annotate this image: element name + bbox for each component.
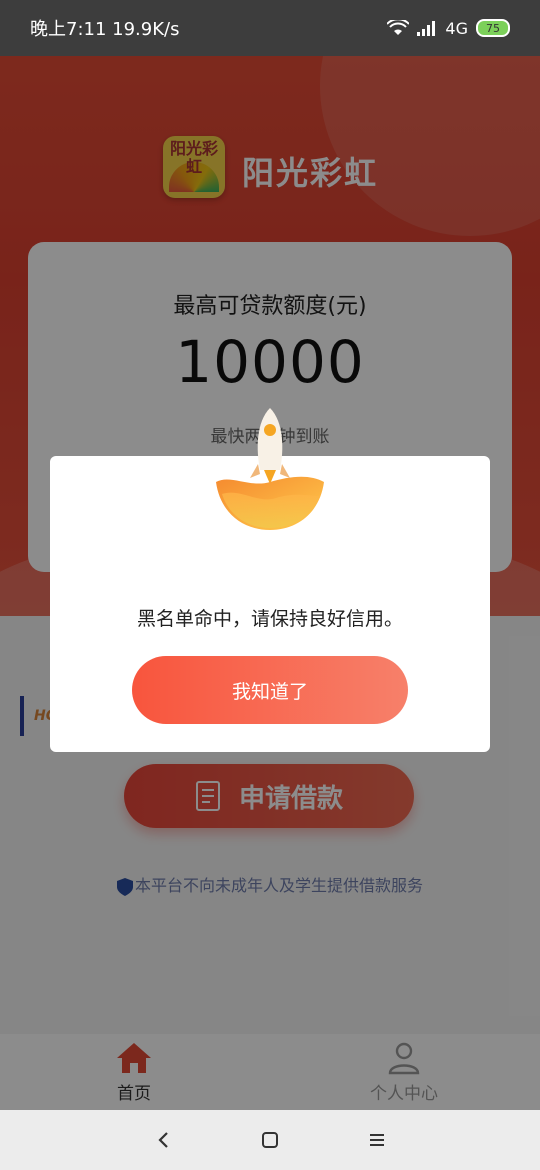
status-bar: 晚上7:11 19.9K/s 4G 75: [0, 0, 540, 56]
dialog-confirm-button[interactable]: 我知道了: [132, 656, 408, 724]
status-time-speed: 晚上7:11 19.9K/s: [30, 19, 180, 40]
status-icons: 4G 75: [387, 19, 510, 38]
back-icon: [158, 1132, 169, 1148]
home-square-icon: [261, 1132, 278, 1148]
network-type: 4G: [445, 18, 468, 38]
battery-icon: 75: [476, 19, 510, 37]
signal-icon: [417, 21, 436, 36]
dialog-message: 黑名单命中，请保持良好信用。: [136, 608, 403, 630]
rocket-icon: [216, 408, 324, 530]
menu-icon: [369, 1134, 384, 1146]
nav-menu-button[interactable]: [357, 1120, 397, 1160]
nav-back-button[interactable]: [143, 1120, 183, 1160]
nav-home-button[interactable]: [250, 1120, 290, 1160]
system-nav-bar: [0, 1110, 540, 1170]
wifi-icon: [387, 20, 410, 35]
